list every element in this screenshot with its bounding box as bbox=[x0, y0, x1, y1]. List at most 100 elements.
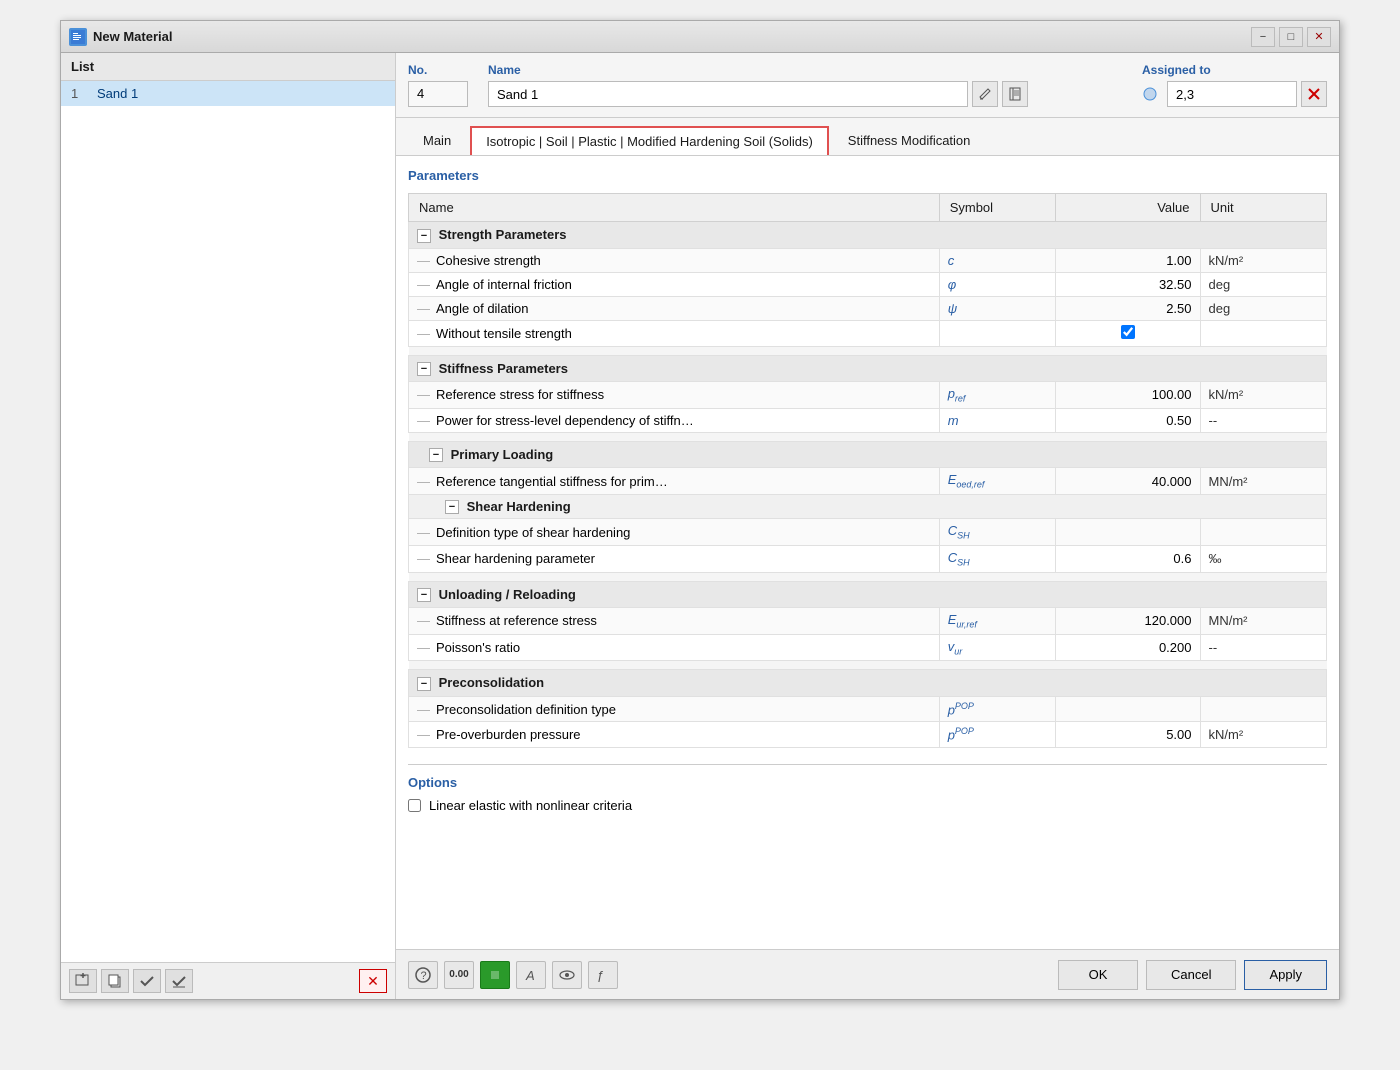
visibility-button[interactable] bbox=[552, 961, 582, 989]
add-button[interactable] bbox=[69, 969, 97, 993]
param-precons-type-unit bbox=[1200, 696, 1327, 721]
row-cohesive: —Cohesive strength c 1.00 kN/m² bbox=[409, 248, 1327, 272]
svg-text:ƒ: ƒ bbox=[597, 968, 604, 982]
minimize-button[interactable]: − bbox=[1251, 27, 1275, 47]
list-toolbar: ✕ bbox=[61, 962, 395, 999]
param-shearparam-symbol: CSH bbox=[939, 546, 1055, 573]
calculator-button[interactable]: 0.00 bbox=[444, 961, 474, 989]
param-cohesive-name: —Cohesive strength bbox=[409, 248, 940, 272]
maximize-button[interactable]: □ bbox=[1279, 27, 1303, 47]
collapse-precons[interactable]: − bbox=[417, 677, 431, 691]
col-symbol: Symbol bbox=[939, 194, 1055, 222]
param-poisson-value[interactable]: 0.200 bbox=[1055, 634, 1200, 661]
assigned-input[interactable] bbox=[1167, 81, 1297, 107]
tensile-checkbox[interactable] bbox=[1121, 325, 1135, 339]
collapse-unloading[interactable]: − bbox=[417, 588, 431, 602]
linear-elastic-label: Linear elastic with nonlinear criteria bbox=[429, 798, 632, 813]
param-preoverburden-symbol: pPOP bbox=[939, 722, 1055, 747]
collapse-shear[interactable]: − bbox=[445, 500, 459, 514]
name-input[interactable] bbox=[488, 81, 968, 107]
param-power-name: —Power for stress-level dependency of st… bbox=[409, 408, 940, 432]
group-unloading: − Unloading / Reloading bbox=[409, 581, 1327, 608]
assigned-clear-button[interactable] bbox=[1301, 81, 1327, 107]
group-stiffness-label: Stiffness Parameters bbox=[439, 361, 568, 376]
text-tool-button[interactable]: A bbox=[516, 961, 546, 989]
param-cohesive-value[interactable]: 1.00 bbox=[1055, 248, 1200, 272]
no-field-group: No. 4 bbox=[408, 63, 468, 107]
name-label: Name bbox=[488, 63, 1028, 77]
close-button[interactable]: ✕ bbox=[1307, 27, 1331, 47]
copy-button[interactable] bbox=[101, 969, 129, 993]
param-shearparam-unit: ‰ bbox=[1200, 546, 1327, 573]
linear-elastic-checkbox[interactable] bbox=[408, 799, 421, 812]
options-title: Options bbox=[408, 775, 1327, 790]
param-precons-type-value[interactable] bbox=[1055, 696, 1200, 721]
option-linear-elastic: Linear elastic with nonlinear criteria bbox=[408, 798, 1327, 813]
param-shearparam-value[interactable]: 0.6 bbox=[1055, 546, 1200, 573]
svg-text:A: A bbox=[525, 968, 535, 982]
param-stiffref-symbol: Eur,ref bbox=[939, 608, 1055, 635]
param-tangential-value[interactable]: 40.000 bbox=[1055, 468, 1200, 495]
list-item-name: Sand 1 bbox=[97, 86, 138, 101]
window-title: New Material bbox=[93, 29, 1251, 44]
param-refstress-value[interactable]: 100.00 bbox=[1055, 382, 1200, 409]
tabs-area: Main Isotropic | Soil | Plastic | Modifi… bbox=[396, 118, 1339, 156]
function-button[interactable]: ƒ bbox=[588, 961, 618, 989]
cancel-button[interactable]: Cancel bbox=[1146, 960, 1236, 990]
group-shear: − Shear Hardening bbox=[409, 494, 1327, 519]
row-friction: —Angle of internal friction φ 32.50 deg bbox=[409, 272, 1327, 296]
apply-button[interactable]: Apply bbox=[1244, 960, 1327, 990]
book-button[interactable] bbox=[1002, 81, 1028, 107]
param-shearparam-name: —Shear hardening parameter bbox=[409, 546, 940, 573]
view-button[interactable] bbox=[480, 961, 510, 989]
param-dilation-value[interactable]: 2.50 bbox=[1055, 296, 1200, 320]
tab-isotropic[interactable]: Isotropic | Soil | Plastic | Modified Ha… bbox=[470, 126, 829, 155]
assigned-field-group: Assigned to bbox=[1142, 63, 1327, 107]
bottom-bar: ? 0.00 A bbox=[396, 949, 1339, 999]
delete-button[interactable]: ✕ bbox=[359, 969, 387, 993]
param-power-value[interactable]: 0.50 bbox=[1055, 408, 1200, 432]
param-preoverburden-value[interactable]: 5.00 bbox=[1055, 722, 1200, 747]
param-stiffref-unit: MN/m² bbox=[1200, 608, 1327, 635]
collapse-strength[interactable]: − bbox=[417, 229, 431, 243]
collapse-stiffness[interactable]: − bbox=[417, 362, 431, 376]
row-shearparam: —Shear hardening parameter CSH 0.6 ‰ bbox=[409, 546, 1327, 573]
param-friction-value[interactable]: 32.50 bbox=[1055, 272, 1200, 296]
param-cohesive-unit: kN/m² bbox=[1200, 248, 1327, 272]
svg-text:?: ? bbox=[421, 970, 427, 982]
form-header: No. 4 Name bbox=[396, 53, 1339, 118]
param-dilation-name: —Angle of dilation bbox=[409, 296, 940, 320]
list-area: 1 Sand 1 bbox=[61, 81, 395, 962]
param-friction-unit: deg bbox=[1200, 272, 1327, 296]
group-primary-label: Primary Loading bbox=[451, 447, 554, 462]
help-button[interactable]: ? bbox=[408, 961, 438, 989]
col-value: Value bbox=[1055, 194, 1200, 222]
tab-main[interactable]: Main bbox=[408, 126, 466, 155]
group-primary: − Primary Loading bbox=[409, 441, 1327, 468]
tab-stiffness[interactable]: Stiffness Modification bbox=[833, 126, 986, 155]
param-power-unit: -- bbox=[1200, 408, 1327, 432]
row-tangential: —Reference tangential stiffness for prim… bbox=[409, 468, 1327, 495]
check2-button[interactable] bbox=[165, 969, 193, 993]
param-deftype-symbol: CSH bbox=[939, 519, 1055, 546]
param-stiffref-value[interactable]: 120.000 bbox=[1055, 608, 1200, 635]
edit-button[interactable] bbox=[972, 81, 998, 107]
param-deftype-value[interactable] bbox=[1055, 519, 1200, 546]
param-friction-name: —Angle of internal friction bbox=[409, 272, 940, 296]
main-content: List 1 Sand 1 bbox=[61, 53, 1339, 999]
ok-button[interactable]: OK bbox=[1058, 960, 1138, 990]
no-label: No. bbox=[408, 63, 468, 77]
name-field-group: Name bbox=[488, 63, 1028, 107]
param-deftype-unit bbox=[1200, 519, 1327, 546]
collapse-primary[interactable]: − bbox=[429, 448, 443, 462]
row-preoverburden: —Pre-overburden pressure pPOP 5.00 kN/m² bbox=[409, 722, 1327, 747]
param-tensile-value bbox=[1055, 320, 1200, 346]
check-button[interactable] bbox=[133, 969, 161, 993]
group-shear-label: Shear Hardening bbox=[467, 499, 571, 514]
group-unloading-label: Unloading / Reloading bbox=[439, 587, 576, 602]
main-window: New Material − □ ✕ List 1 Sand 1 bbox=[60, 20, 1340, 1000]
row-refstress: —Reference stress for stiffness pref 100… bbox=[409, 382, 1327, 409]
list-item[interactable]: 1 Sand 1 bbox=[61, 81, 395, 106]
group-precons: − Preconsolidation bbox=[409, 670, 1327, 697]
col-name: Name bbox=[409, 194, 940, 222]
